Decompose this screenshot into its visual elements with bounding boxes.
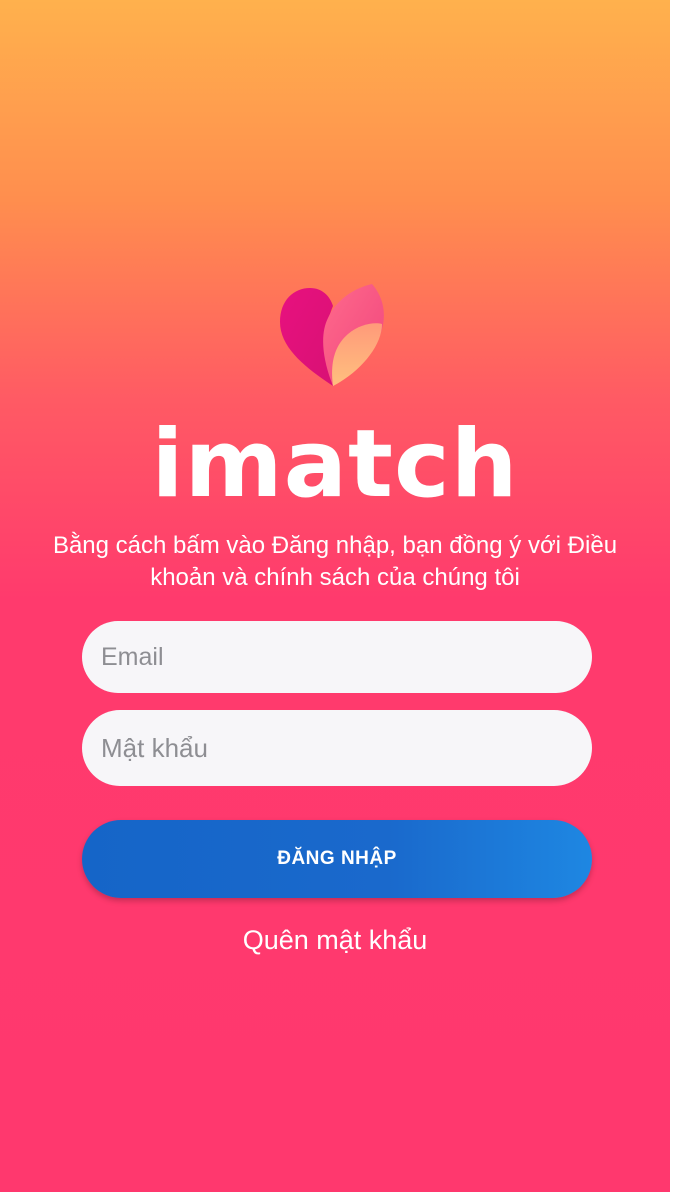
password-field xyxy=(82,710,592,786)
app-logo-wordmark: imatch xyxy=(151,410,519,519)
login-screen: imatch Bằng cách bấm vào Đăng nhập, bạn … xyxy=(0,0,670,1192)
right-edge-strip xyxy=(670,0,674,1192)
email-input[interactable] xyxy=(99,641,575,673)
password-input[interactable] xyxy=(99,731,575,765)
login-button[interactable]: ĐĂNG NHẬP xyxy=(82,820,592,898)
terms-line-2: khoản và chính sách của chúng tôi xyxy=(150,564,520,591)
terms-notice: Bằng cách bấm vào Đăng nhập, bạn đồng ý … xyxy=(0,530,670,594)
forgot-password-link[interactable]: Quên mật khẩu xyxy=(0,922,670,958)
heart-flame-logo-icon xyxy=(280,284,384,386)
email-field xyxy=(82,621,592,693)
terms-line-1: Bằng cách bấm vào Đăng nhập, bạn đồng ý … xyxy=(52,532,618,559)
